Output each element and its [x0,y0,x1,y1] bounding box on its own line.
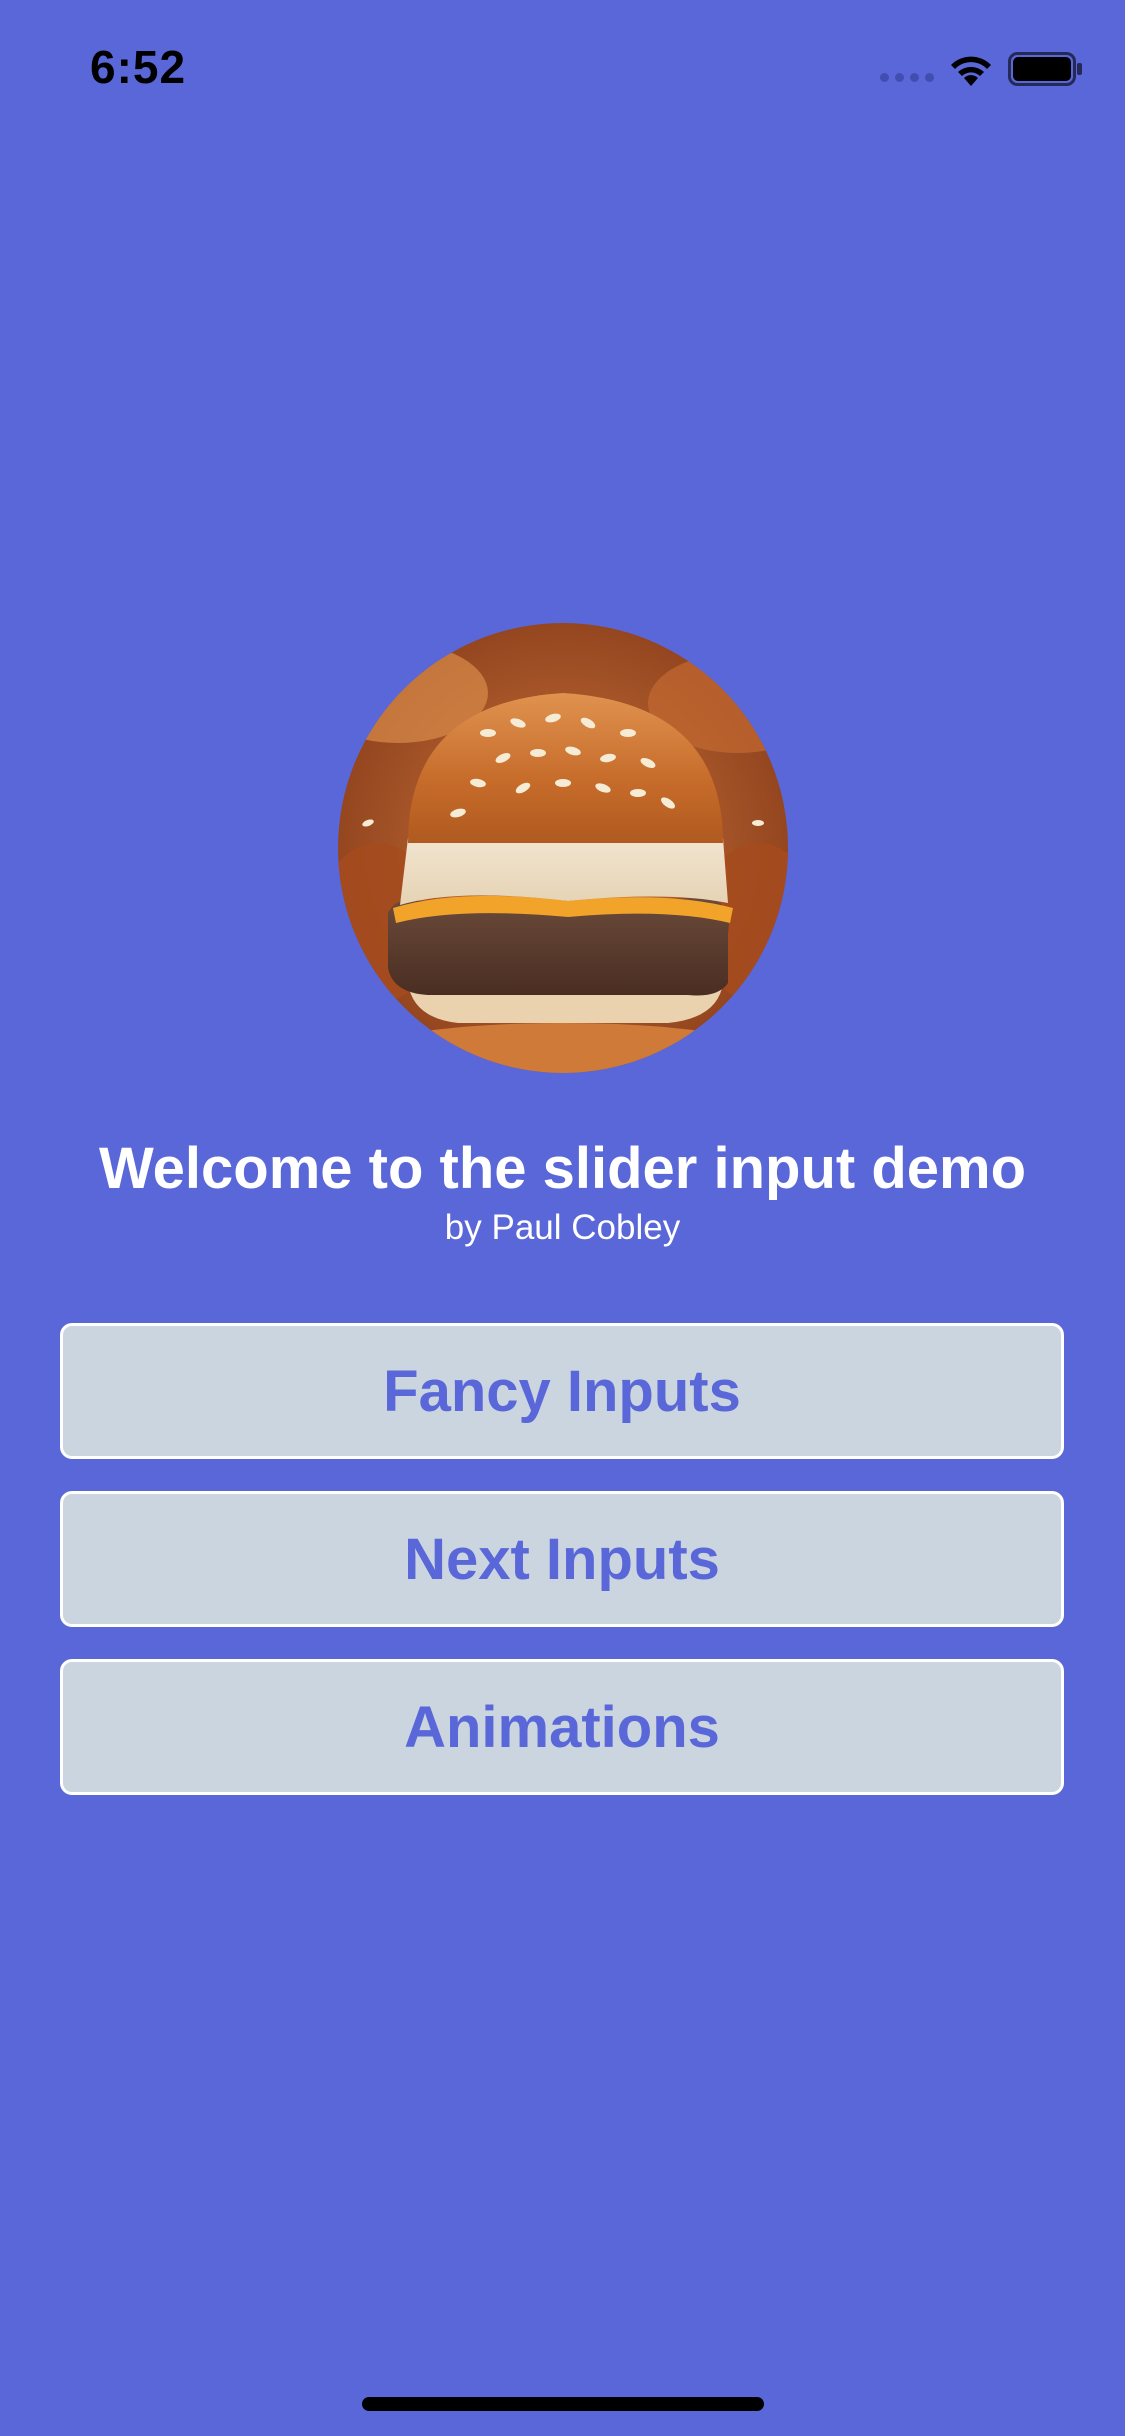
home-indicator[interactable] [362,2397,764,2411]
page-title: Welcome to the slider input demo [98,1136,1027,1201]
status-time: 6:52 [90,41,187,93]
animations-button[interactable]: Animations [60,1659,1064,1795]
wifi-icon [951,56,991,86]
cellular-signal-icon [880,73,934,82]
battery-icon [1008,52,1082,86]
burger-photo [338,623,788,1073]
next-inputs-button[interactable]: Next Inputs [60,1491,1064,1627]
page-subtitle: by Paul Cobley [444,1208,681,1247]
fancy-inputs-button[interactable]: Fancy Inputs [60,1323,1064,1459]
status-bar: 6:52 [0,0,1125,140]
